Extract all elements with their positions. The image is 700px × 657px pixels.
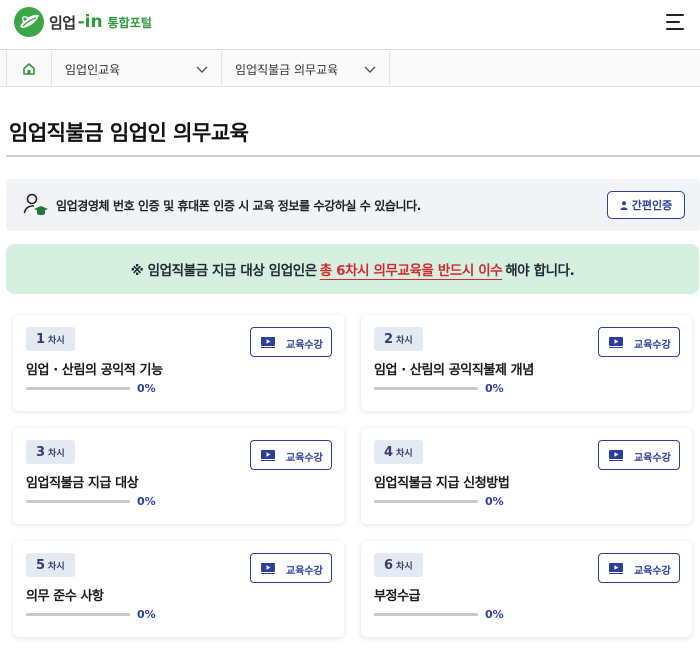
session-card: 2 차시 교육수강 임업 · 산림의 공익직불제 개념 0% [361, 315, 692, 411]
session-badge: 6 차시 [374, 553, 423, 577]
video-play-icon [261, 563, 275, 574]
session-number: 4 [384, 444, 394, 460]
session-card: 3 차시 교육수강 임업직불금 지급 대상 0% [13, 428, 344, 524]
progress-bar [374, 613, 478, 616]
course-start-label: 교육수강 [634, 453, 671, 464]
info-box: 임업경영체 번호 인증 및 휴대폰 인증 시 교육 정보를 수강하실 수 있습니… [6, 179, 700, 231]
course-start-button[interactable]: 교육수강 [250, 440, 332, 470]
video-play-icon [609, 450, 623, 461]
progress-bar [26, 613, 130, 616]
breadcrumb-dropdown-mandatory[interactable]: 임업직불금 의무교육 [222, 51, 390, 87]
progress-percent: 0% [137, 608, 156, 621]
session-badge: 2 차시 [374, 327, 423, 351]
progress-percent: 0% [137, 495, 156, 508]
course-start-label: 교육수강 [286, 340, 323, 351]
session-badge: 5 차시 [26, 553, 75, 577]
mandatory-notice: ※ 임업직불금 지급 대상 임업인은 총 6차시 의무교육을 반드시 이수 해야… [6, 244, 699, 294]
chevron-down-icon [196, 66, 208, 73]
session-title: 부정수급 [374, 589, 421, 604]
notice-highlight: 총 6차시 의무교육을 반드시 이수 [319, 263, 503, 279]
progress-bar [374, 500, 478, 503]
session-number: 2 [384, 331, 394, 347]
course-start-button[interactable]: 교육수강 [598, 327, 680, 357]
session-suffix: 차시 [396, 448, 413, 459]
home-icon [23, 63, 35, 75]
logo-leaf-icon [14, 7, 44, 37]
chevron-down-icon [364, 66, 376, 73]
session-suffix: 차시 [48, 561, 65, 572]
session-number: 5 [36, 557, 46, 573]
session-number: 6 [384, 557, 394, 573]
notice-suffix: 해야 합니다. [505, 263, 575, 279]
session-number: 3 [36, 444, 46, 460]
session-suffix: 차시 [396, 561, 413, 572]
video-play-icon [261, 450, 275, 461]
session-title: 임업 · 산림의 공익직불제 개념 [374, 363, 534, 378]
course-start-label: 교육수강 [286, 566, 323, 577]
simple-auth-button[interactable]: 간편인증 [607, 191, 685, 219]
course-start-label: 교육수강 [634, 340, 671, 351]
course-start-button[interactable]: 교육수강 [598, 440, 680, 470]
course-start-button[interactable]: 교육수강 [598, 553, 680, 583]
info-text: 임업경영체 번호 인증 및 휴대폰 인증 시 교육 정보를 수강하실 수 있습니… [56, 199, 421, 213]
session-title: 임업직불금 지급 대상 [26, 476, 139, 491]
session-title: 의무 준수 사항 [26, 589, 104, 604]
person-icon [620, 200, 628, 210]
course-start-label: 교육수강 [634, 566, 671, 577]
title-divider [6, 155, 700, 157]
page-title: 임업직불금 임업인 의무교육 [9, 121, 249, 145]
session-badge: 3 차시 [26, 440, 75, 464]
session-suffix: 차시 [48, 335, 65, 346]
progress-percent: 0% [485, 382, 504, 395]
notice-prefix: ※ 임업직불금 지급 대상 임업인은 [130, 263, 318, 279]
session-card: 6 차시 교육수강 부정수급 0% [361, 541, 692, 637]
progress-bar [26, 500, 130, 503]
breadcrumb-label: 임업인교육 [65, 62, 121, 77]
session-title: 임업 · 산림의 공익적 기능 [26, 363, 163, 378]
breadcrumb-home[interactable] [6, 51, 52, 87]
user-graduate-icon [23, 193, 48, 216]
breadcrumb: 임업인교육 임업직불금 의무교육 [0, 51, 700, 87]
site-logo[interactable]: 임업 -in 통합포털 [13, 6, 152, 38]
session-badge: 1 차시 [26, 327, 75, 351]
course-start-label: 교육수강 [286, 453, 323, 464]
video-play-icon [609, 337, 623, 348]
session-badge: 4 차시 [374, 440, 423, 464]
session-card: 1 차시 교육수강 임업 · 산림의 공익적 기능 0% [13, 315, 344, 411]
session-card: 5 차시 교육수강 의무 준수 사항 0% [13, 541, 344, 637]
session-number: 1 [36, 331, 46, 347]
site-header: 임업 -in 통합포털 [0, 0, 700, 50]
breadcrumb-dropdown-education[interactable]: 임업인교육 [52, 51, 222, 87]
course-start-button[interactable]: 교육수강 [250, 553, 332, 583]
logo-portal-text: 통합포털 [107, 15, 152, 30]
simple-auth-label: 간편인증 [631, 199, 673, 212]
course-start-button[interactable]: 교육수강 [250, 327, 332, 357]
session-suffix: 차시 [396, 335, 413, 346]
logo-in-text: -in [77, 12, 103, 32]
session-card: 4 차시 교육수강 임업직불금 지급 신청방법 0% [361, 428, 692, 524]
progress-bar [374, 387, 478, 390]
video-play-icon [609, 563, 623, 574]
progress-percent: 0% [137, 382, 156, 395]
logo-text: 임업 [49, 13, 76, 32]
progress-bar [26, 387, 130, 390]
session-suffix: 차시 [48, 448, 65, 459]
session-title: 임업직불금 지급 신청방법 [374, 476, 510, 491]
progress-percent: 0% [485, 608, 504, 621]
video-play-icon [261, 337, 275, 348]
breadcrumb-label: 임업직불금 의무교육 [235, 62, 339, 77]
progress-percent: 0% [485, 495, 504, 508]
hamburger-menu-icon[interactable] [666, 14, 684, 30]
